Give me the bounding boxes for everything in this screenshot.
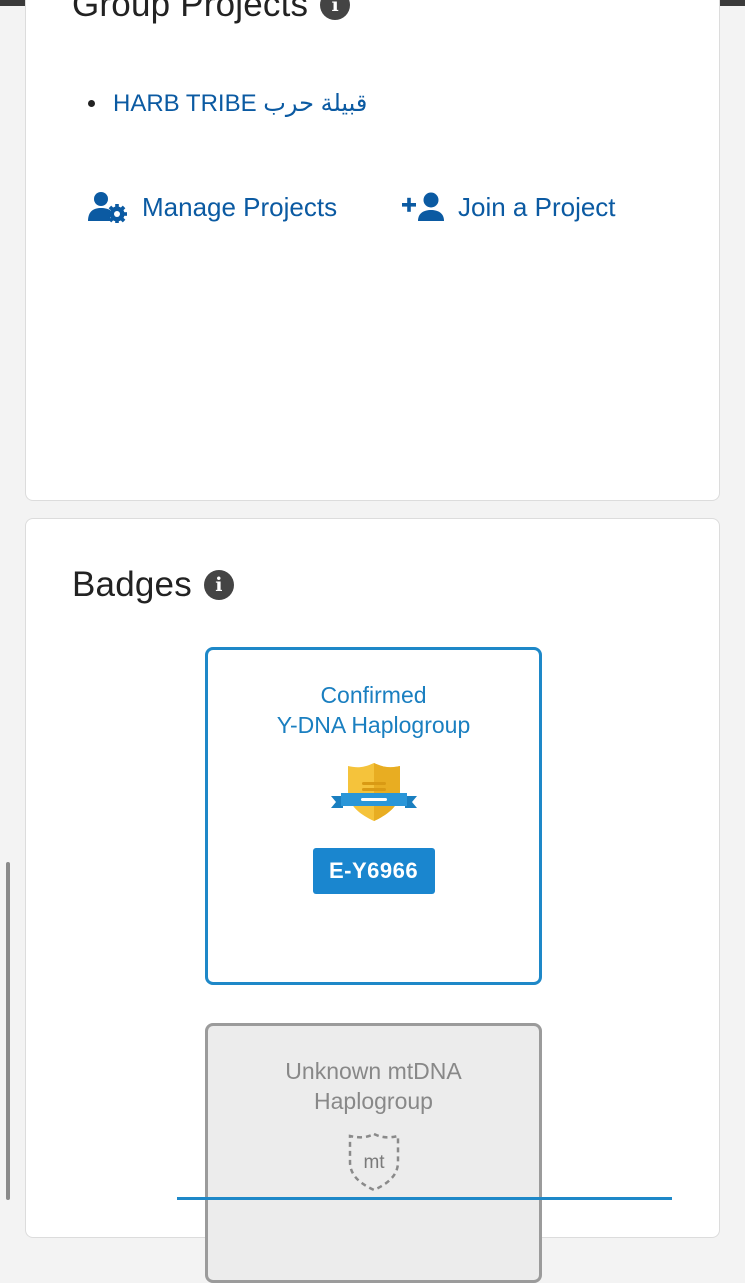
project-link-harb-tribe[interactable]: HARB TRIBE قبيلة حرب [113,89,367,118]
ydna-title-line2: Y-DNA Haplogroup [276,712,471,738]
info-icon[interactable]: i [203,570,234,600]
scroll-indicator[interactable] [6,862,10,1200]
project-list: HARB TRIBE قبيلة حرب [88,89,367,118]
manage-projects-link[interactable]: Manage Projects [88,191,337,223]
mt-shield-icon: mt [348,1132,399,1192]
user-gear-icon [88,191,128,223]
list-item: HARB TRIBE قبيلة حرب [88,89,367,118]
add-user-icon [400,191,444,223]
group-projects-title: Group Projects i [72,0,351,25]
mt-icon-text: mt [363,1152,385,1173]
group-projects-card: Group Projects i HARB TRIBE قبيلة حرب Ma… [25,0,720,501]
join-project-label: Join a Project [458,191,616,222]
join-project-link[interactable]: Join a Project [400,191,616,223]
badges-card: Badges i Confirmed Y-DNA Haplogroup E-Y6… [25,518,720,1283]
mtdna-badge-title: Unknown mtDNA Haplogroup [208,1056,539,1116]
badges-title-text: Badges [72,565,192,604]
ydna-title-line1: Confirmed [320,682,427,708]
ydna-badge[interactable]: Confirmed Y-DNA Haplogroup E-Y6966 [205,647,542,985]
badge-shield-icon [330,763,417,821]
group-projects-title-text: Group Projects [72,0,309,24]
mtdna-title-line1: Unknown mtDNA [285,1058,462,1084]
bullet [88,100,95,107]
mtdna-title-line2: Haplogroup [314,1088,433,1114]
haplogroup-button[interactable]: E-Y6966 [312,848,435,894]
manage-projects-label: Manage Projects [142,191,338,222]
badges-title: Badges i [72,565,234,605]
ydna-badge-title: Confirmed Y-DNA Haplogroup [208,680,539,740]
info-icon[interactable]: i [320,0,351,20]
mtdna-badge[interactable]: Unknown mtDNA Haplogroup mt [205,1023,542,1283]
